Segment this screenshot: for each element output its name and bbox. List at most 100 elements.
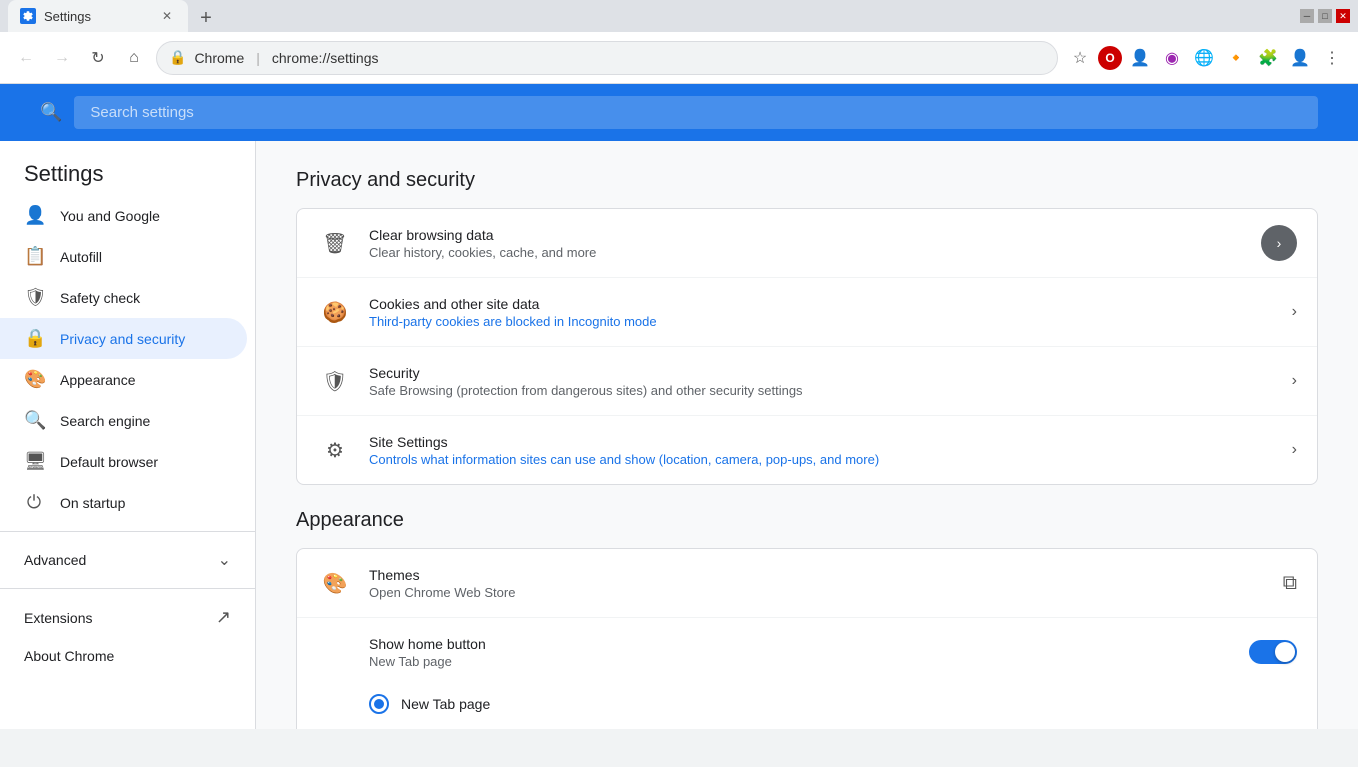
extension-icon-4[interactable]: 🌐 (1190, 44, 1218, 72)
sidebar-item-autofill[interactable]: 📋 Autofill (0, 236, 247, 277)
site-settings-subtitle: Controls what information sites can use … (369, 452, 1276, 467)
extension-icon-1[interactable]: O (1098, 46, 1122, 70)
custom-url-radio-item[interactable]: http://homepage.donyayenarmafzar.ir/ (369, 722, 1297, 729)
address-bar: ← → ↻ ⌂ 🔒 Chrome | chrome://settings ☆ O… (0, 32, 1358, 84)
url-path: chrome://settings (272, 50, 379, 66)
page-wrapper: 🔍 Settings 👤 You and Google 📋 Autofill 🛡… (0, 84, 1358, 729)
tab-favicon (20, 8, 36, 24)
cookies-row[interactable]: 🍪 Cookies and other site data Third-part… (297, 278, 1317, 347)
themes-subtitle: Open Chrome Web Store (369, 585, 1267, 600)
home-button-spacer (317, 634, 353, 670)
sidebar-label-extensions: Extensions (24, 610, 92, 626)
site-settings-row[interactable]: ⚙ Site Settings Controls what informatio… (297, 416, 1317, 484)
sidebar-item-extensions[interactable]: Extensions ↗ (0, 597, 255, 638)
url-bar[interactable]: 🔒 Chrome | chrome://settings (156, 41, 1058, 75)
menu-button[interactable]: ⋮ (1318, 44, 1346, 72)
show-home-button-toggle[interactable] (1249, 640, 1297, 664)
sidebar-item-on-startup[interactable]: ⏻ On startup (0, 482, 247, 523)
security-title: Security (369, 365, 1276, 381)
sidebar-label-on-startup: On startup (60, 495, 125, 511)
sidebar-label-safety-check: Safety check (60, 290, 140, 306)
sidebar-divider-1 (0, 531, 255, 532)
clear-browsing-data-text: Clear browsing data Clear history, cooki… (369, 227, 1245, 260)
safety-icon: 🛡 (24, 287, 44, 308)
cookies-chevron: › (1292, 303, 1297, 321)
url-separator: | (256, 50, 260, 66)
sidebar: Settings 👤 You and Google 📋 Autofill 🛡 S… (0, 141, 256, 729)
content-area: Privacy and security 🗑 Clear browsing da… (256, 141, 1358, 729)
themes-title: Themes (369, 567, 1267, 583)
show-home-button-text: Show home button New Tab page (369, 636, 1233, 669)
advanced-dropdown-icon: ⌄ (218, 550, 231, 570)
clear-browsing-data-subtitle: Clear history, cookies, cache, and more (369, 245, 1245, 260)
clear-browsing-data-row[interactable]: 🗑 Clear browsing data Clear history, coo… (297, 209, 1317, 278)
site-settings-chevron: › (1292, 441, 1297, 459)
sidebar-label-advanced: Advanced (24, 552, 86, 568)
sidebar-item-privacy-security[interactable]: 🔒 Privacy and security (0, 318, 247, 359)
sidebar-item-appearance[interactable]: 🎨 Appearance (0, 359, 247, 400)
sidebar-label-appearance: Appearance (60, 372, 136, 388)
sidebar-header: Settings (0, 141, 255, 195)
appearance-section-title: Appearance (296, 509, 1318, 532)
cookies-title: Cookies and other site data (369, 296, 1276, 312)
sidebar-item-search-engine[interactable]: 🔍 Search engine (0, 400, 247, 441)
new-tab-radio-circle[interactable] (369, 694, 389, 714)
tab-close-button[interactable]: ✕ (158, 7, 176, 25)
close-button[interactable]: ✕ (1336, 9, 1350, 23)
tab-title: Settings (44, 9, 91, 24)
bookmark-icon[interactable]: ☆ (1066, 44, 1094, 72)
sidebar-label-search-engine: Search engine (60, 413, 150, 429)
default-browser-icon: 🖥 (24, 451, 44, 472)
themes-text: Themes Open Chrome Web Store (369, 567, 1267, 600)
privacy-icon: 🔒 (24, 328, 44, 349)
extension-icon-3[interactable]: ◉ (1158, 44, 1186, 72)
themes-row[interactable]: 🎨 Themes Open Chrome Web Store ⧉ (297, 549, 1317, 618)
forward-button[interactable]: → (48, 44, 76, 72)
sidebar-item-you-and-google[interactable]: 👤 You and Google (0, 195, 247, 236)
privacy-settings-card: 🗑 Clear browsing data Clear history, coo… (296, 208, 1318, 485)
toggle-knob (1275, 642, 1295, 662)
clear-browsing-data-arrow-button[interactable]: › (1261, 225, 1297, 261)
minimize-button[interactable]: ─ (1300, 9, 1314, 23)
profile-button[interactable]: 👤 (1286, 44, 1314, 72)
search-engine-icon: 🔍 (24, 410, 44, 431)
search-icon: 🔍 (40, 102, 62, 123)
back-button[interactable]: ← (12, 44, 40, 72)
new-tab-button[interactable]: + (192, 4, 220, 32)
cookie-icon: 🍪 (317, 294, 353, 330)
security-shield-icon: 🛡 (317, 363, 353, 399)
sidebar-item-safety-check[interactable]: 🛡 Safety check (0, 277, 247, 318)
sidebar-item-default-browser[interactable]: 🖥 Default browser (0, 441, 247, 482)
settings-search-input[interactable] (74, 96, 1318, 129)
home-button-radio-group: New Tab page http://homepage.donyayenarm… (297, 686, 1317, 729)
themes-external-link-icon: ⧉ (1283, 572, 1297, 595)
new-tab-radio-item[interactable]: New Tab page (369, 686, 1297, 722)
sidebar-label-autofill: Autofill (60, 249, 102, 265)
sidebar-label-default-browser: Default browser (60, 454, 158, 470)
sidebar-label-you-google: You and Google (60, 208, 160, 224)
reload-button[interactable]: ↻ (84, 44, 112, 72)
maximize-button[interactable]: □ (1318, 9, 1332, 23)
extension-icon-5[interactable]: 🔸 (1222, 44, 1250, 72)
lock-icon: 🔒 (169, 49, 186, 66)
toolbar-icons: ☆ O 👤 ◉ 🌐 🔸 🧩 👤 ⋮ (1066, 44, 1346, 72)
appearance-settings-card: 🎨 Themes Open Chrome Web Store ⧉ Show ho… (296, 548, 1318, 729)
cookies-text: Cookies and other site data Third-party … (369, 296, 1276, 329)
security-row[interactable]: 🛡 Security Safe Browsing (protection fro… (297, 347, 1317, 416)
privacy-section-title: Privacy and security (296, 169, 1318, 192)
sidebar-item-about-chrome[interactable]: About Chrome (0, 638, 255, 674)
settings-tab[interactable]: Settings ✕ (8, 0, 188, 32)
startup-icon: ⏻ (24, 492, 44, 513)
extension-icon-2[interactable]: 👤 (1126, 44, 1154, 72)
window-controls: ─ □ ✕ (1300, 9, 1350, 23)
extensions-button[interactable]: 🧩 (1254, 44, 1282, 72)
person-icon: 👤 (24, 205, 44, 226)
autofill-icon: 📋 (24, 246, 44, 267)
sidebar-divider-2 (0, 588, 255, 589)
security-chevron: › (1292, 372, 1297, 390)
show-home-button-row[interactable]: Show home button New Tab page (297, 618, 1317, 686)
sidebar-item-advanced[interactable]: Advanced ⌄ (0, 540, 255, 580)
home-button[interactable]: ⌂ (120, 44, 148, 72)
url-chrome-host: Chrome (194, 50, 244, 66)
sidebar-label-privacy: Privacy and security (60, 331, 185, 347)
